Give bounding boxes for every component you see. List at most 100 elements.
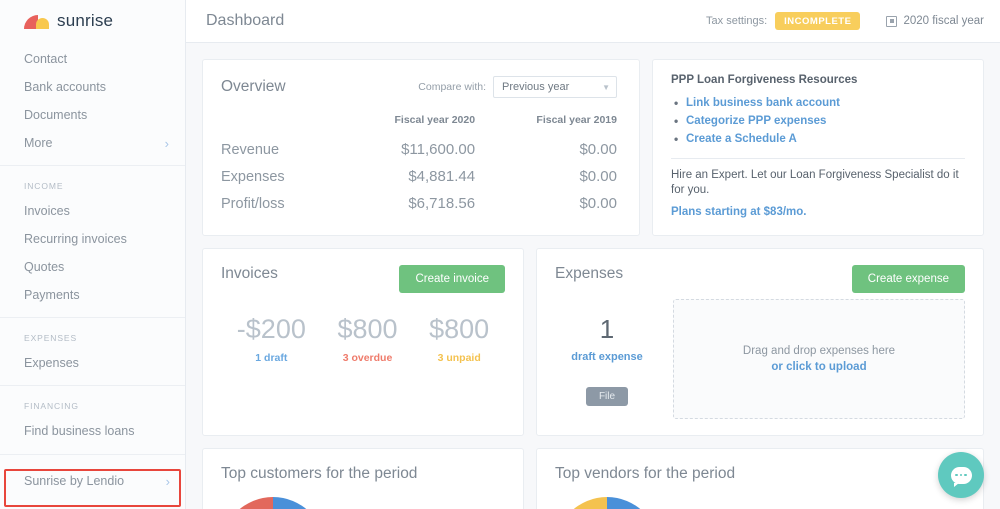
invoice-stat-draft: -$200 1 draft <box>236 314 306 364</box>
sidebar-group-expenses: EXPENSES Expenses <box>0 317 185 385</box>
app-root: sunrise Contact Bank accounts Documents … <box>0 0 1000 509</box>
top-customers-chart: Krusty Krab 600 <box>221 497 505 509</box>
chat-button[interactable] <box>938 452 984 498</box>
sidebar-item-invoices[interactable]: Invoices <box>0 197 185 225</box>
invoice-stat-overdue: $800 3 overdue <box>337 314 397 364</box>
brand-logo[interactable]: sunrise <box>0 0 185 42</box>
ppp-plans-link[interactable]: Plans starting at $83/mo. <box>671 206 965 218</box>
ppp-link-item[interactable]: Categorize PPP expenses <box>674 112 965 130</box>
stat-label[interactable]: 1 draft <box>237 352 306 364</box>
stat-amount: -$200 <box>236 314 306 344</box>
row-label: Expenses <box>221 168 285 185</box>
create-expense-button[interactable]: Create expense <box>851 265 965 293</box>
sidebar-item-label: Quotes <box>24 260 65 274</box>
divider <box>671 158 965 159</box>
expenses-card: Expenses Create expense 1 draft expense … <box>536 248 984 436</box>
sidebar-top-group: Contact Bank accounts Documents More › <box>0 42 185 165</box>
row-current-value: $6,718.56 <box>408 195 476 212</box>
column-header: Fiscal year 2019 <box>536 114 617 126</box>
sidebar-group-label: INCOME <box>24 181 64 191</box>
sidebar-item-recurring-invoices[interactable]: Recurring invoices <box>0 225 185 253</box>
sidebar-item-contact[interactable]: Contact <box>0 45 185 73</box>
sidebar-item-more[interactable]: More › <box>0 129 185 157</box>
sidebar-footer: Sunrise by Lendio › <box>0 454 185 495</box>
topbar-right: Tax settings: INCOMPLETE 2020 fiscal yea… <box>706 12 984 30</box>
overview-header: Overview Compare with: Previous year ▼ <box>221 76 617 98</box>
tax-settings-label: Tax settings: <box>706 15 768 27</box>
sidebar-item-bank-accounts[interactable]: Bank accounts <box>0 73 185 101</box>
sidebar-item-expenses[interactable]: Expenses <box>0 349 185 377</box>
sidebar-item-quotes[interactable]: Quotes <box>0 253 185 281</box>
row-label: Revenue <box>221 141 280 158</box>
overview-card: Overview Compare with: Previous year ▼ F… <box>202 59 640 236</box>
top-vendors-chart: Withdrawal ADD 4,801 <box>555 497 965 509</box>
sidebar-item-label: Contact <box>24 52 68 66</box>
row-current-value: $4,881.44 <box>408 168 476 185</box>
draft-expense-label[interactable]: draft expense <box>555 351 659 363</box>
chevron-right-icon: › <box>164 135 169 151</box>
row-previous-value: $0.00 <box>579 141 617 158</box>
expense-dropzone[interactable]: Drag and drop expenses here or click to … <box>673 299 965 419</box>
ppp-link-item[interactable]: Create a Schedule A <box>674 130 965 148</box>
column-header <box>221 114 333 136</box>
dropzone-upload-link[interactable]: or click to upload <box>771 361 866 373</box>
dashboard-content: Overview Compare with: Previous year ▼ F… <box>186 43 1000 509</box>
dashboard-row-1: Overview Compare with: Previous year ▼ F… <box>202 59 984 236</box>
ppp-body-text: Hire an Expert. Let our Loan Forgiveness… <box>671 169 959 196</box>
row-current-value: $11,600.00 <box>401 141 476 158</box>
invoices-card: Invoices Create invoice -$200 1 draft $8… <box>202 248 524 436</box>
compare-with-select[interactable]: Previous year ▼ <box>493 76 617 98</box>
expenses-summary: 1 draft expense File <box>555 299 659 419</box>
status-badge[interactable]: INCOMPLETE <box>775 12 861 30</box>
stat-label[interactable]: 3 overdue <box>337 352 397 364</box>
sidebar-group-income: INCOME Invoices Recurring invoices Quote… <box>0 165 185 317</box>
chevron-down-icon: ▼ <box>602 82 610 92</box>
top-vendors-card: Top vendors for the period Withdrawal AD… <box>536 448 984 509</box>
overview-title: Overview <box>221 78 286 95</box>
table-row: Revenue $11,600.00 $0.00 <box>221 136 617 163</box>
sidebar-item-payments[interactable]: Payments <box>0 281 185 309</box>
expenses-body: 1 draft expense File Drag and drop expen… <box>555 299 965 419</box>
top-customers-legend: Krusty Krab 600 <box>341 497 505 509</box>
sidebar-item-documents[interactable]: Documents <box>0 101 185 129</box>
column-header: Fiscal year 2020 <box>394 114 476 126</box>
row-label: Profit/loss <box>221 195 285 212</box>
expenses-title: Expenses <box>555 265 624 282</box>
invoices-title: Invoices <box>221 265 278 282</box>
create-invoice-button[interactable]: Create invoice <box>399 265 505 293</box>
overview-table: Fiscal year 2020 Fiscal year 2019 Revenu… <box>221 114 617 217</box>
chevron-right-icon: › <box>165 473 170 489</box>
expenses-header: Expenses Create expense <box>555 265 965 293</box>
fiscal-year-selector[interactable]: 2020 fiscal year <box>886 15 984 27</box>
top-vendors-legend: Withdrawal ADD 4,801 <box>675 497 965 509</box>
sidebar-item-sunrise-by-lendio[interactable]: Sunrise by Lendio › <box>0 467 185 495</box>
ppp-resources-card: PPP Loan Forgiveness Resources Link busi… <box>652 59 984 236</box>
top-vendors-title: Top vendors for the period <box>555 465 736 482</box>
sidebar-item-find-business-loans[interactable]: Find business loans <box>0 417 185 445</box>
sidebar-item-label: Payments <box>24 288 80 302</box>
pie-chart-icon <box>221 497 325 509</box>
main-area: Dashboard Tax settings: INCOMPLETE 2020 … <box>186 0 1000 509</box>
sidebar-item-label: Recurring invoices <box>24 232 127 246</box>
sidebar-item-label: Sunrise by Lendio <box>24 474 125 488</box>
sidebar-item-label: Expenses <box>24 356 79 370</box>
ppp-link-list: Link business bank account Categorize PP… <box>671 94 965 148</box>
file-chip[interactable]: File <box>585 386 629 406</box>
top-customers-title: Top customers for the period <box>221 465 418 482</box>
row-previous-value: $0.00 <box>579 195 617 212</box>
sidebar-group-label: FINANCING <box>24 401 79 411</box>
compare-control: Compare with: Previous year ▼ <box>418 76 617 98</box>
draft-expense-count: 1 <box>599 314 615 344</box>
dashboard-row-2: Invoices Create invoice -$200 1 draft $8… <box>202 248 984 436</box>
fiscal-year-label: 2020 fiscal year <box>903 15 984 27</box>
tax-settings[interactable]: Tax settings: INCOMPLETE <box>706 12 861 30</box>
ppp-title: PPP Loan Forgiveness Resources <box>671 74 858 86</box>
ppp-link-item[interactable]: Link business bank account <box>674 94 965 112</box>
brand-name: sunrise <box>57 11 114 30</box>
sidebar-item-label: Find business loans <box>24 424 135 438</box>
sidebar-item-label: More <box>24 136 53 150</box>
sidebar-group-label: EXPENSES <box>24 333 78 343</box>
topbar: Dashboard Tax settings: INCOMPLETE 2020 … <box>186 0 1000 43</box>
stat-label[interactable]: 3 unpaid <box>429 352 489 364</box>
sunrise-logo-icon <box>24 14 50 29</box>
